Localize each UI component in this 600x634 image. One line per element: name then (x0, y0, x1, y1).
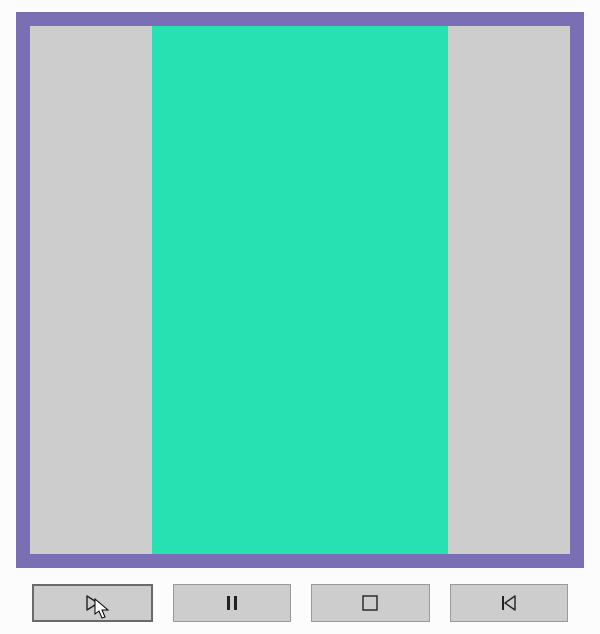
restart-icon (499, 593, 519, 613)
pause-button[interactable] (173, 584, 292, 622)
stop-button[interactable] (311, 584, 430, 622)
play-button[interactable] (32, 584, 153, 622)
stage-frame (16, 12, 584, 568)
animated-block (152, 26, 448, 554)
play-icon (82, 593, 102, 613)
restart-button[interactable] (450, 584, 569, 622)
stop-icon (360, 593, 380, 613)
stage (30, 26, 570, 554)
pause-icon (222, 593, 242, 613)
playback-controls (32, 584, 568, 622)
